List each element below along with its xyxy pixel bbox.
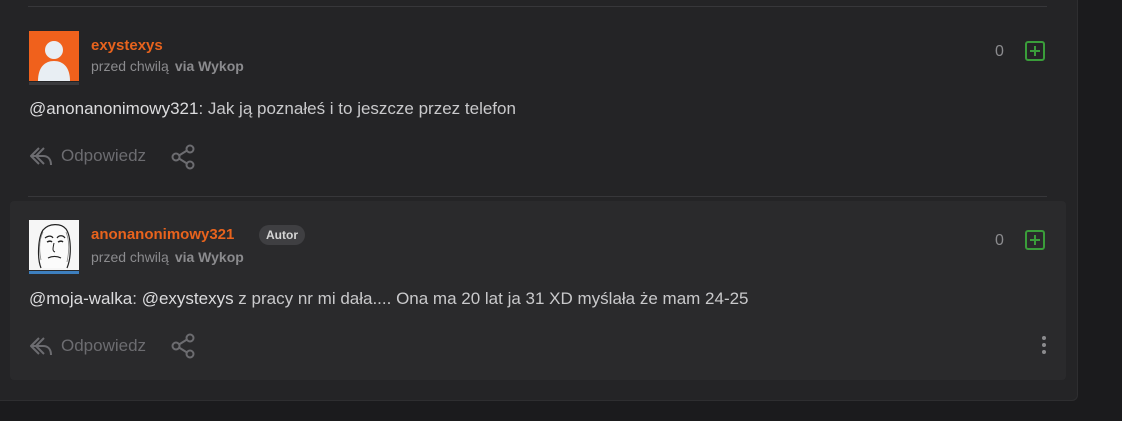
comment-meta: przed chwilą via Wykop bbox=[91, 58, 244, 74]
mention-link[interactable]: @moja-walka bbox=[29, 289, 132, 308]
upvote-plus-icon[interactable] bbox=[1025, 41, 1045, 61]
vote-count: 0 bbox=[995, 232, 1004, 249]
reply-icon bbox=[30, 337, 52, 356]
comments-panel: exystexys przed chwilą via Wykop 0 @anona… bbox=[0, 0, 1078, 401]
reply-icon bbox=[30, 147, 52, 166]
timestamp[interactable]: przed chwilą bbox=[91, 58, 169, 74]
user-avatar[interactable] bbox=[29, 31, 79, 81]
share-icon[interactable] bbox=[171, 333, 197, 359]
vote-count: 0 bbox=[995, 43, 1004, 60]
user-avatar[interactable] bbox=[29, 220, 79, 270]
mention-link[interactable]: @anonanonimowy321 bbox=[29, 99, 198, 118]
reply-label: Odpowiedz bbox=[61, 146, 147, 165]
reply-button[interactable]: Odpowiedz bbox=[29, 335, 146, 357]
divider bbox=[28, 6, 1047, 7]
username[interactable]: anonanonimowy321 bbox=[91, 226, 234, 243]
more-options-icon[interactable] bbox=[1041, 336, 1047, 357]
comment-meta: przed chwilą via Wykop bbox=[91, 249, 244, 265]
comment-text: : Jak ją poznałeś i to jeszcze przez tel… bbox=[198, 99, 516, 118]
username[interactable]: exystexys bbox=[91, 37, 163, 54]
separator: : bbox=[132, 289, 142, 308]
comment-item: anonanonimowy321 Autor przed chwilą via W… bbox=[10, 201, 1066, 380]
reply-label: Odpowiedz bbox=[61, 336, 147, 355]
comment-body: @moja-walka: @exystexys z pracy nr mi da… bbox=[29, 289, 749, 309]
author-badge: Autor bbox=[259, 225, 305, 245]
wojak-face-icon bbox=[29, 220, 79, 270]
mention-link[interactable]: @exystexys bbox=[142, 289, 234, 308]
divider bbox=[28, 196, 1047, 197]
timestamp[interactable]: przed chwilą bbox=[91, 249, 169, 265]
comment-item: exystexys przed chwilą via Wykop 0 @anona… bbox=[0, 18, 1077, 183]
comment-text: z pracy nr mi dała.... Ona ma 20 lat ja … bbox=[233, 289, 749, 308]
avatar-underline bbox=[29, 271, 79, 274]
reply-button[interactable]: Odpowiedz bbox=[29, 145, 146, 167]
avatar-underline bbox=[29, 82, 79, 85]
default-user-icon bbox=[38, 41, 70, 81]
share-icon[interactable] bbox=[171, 144, 197, 170]
upvote-plus-icon[interactable] bbox=[1025, 230, 1045, 250]
via-source[interactable]: via Wykop bbox=[175, 249, 244, 265]
via-source[interactable]: via Wykop bbox=[175, 58, 244, 74]
comment-body: @anonanonimowy321: Jak ją poznałeś i to … bbox=[29, 99, 516, 119]
